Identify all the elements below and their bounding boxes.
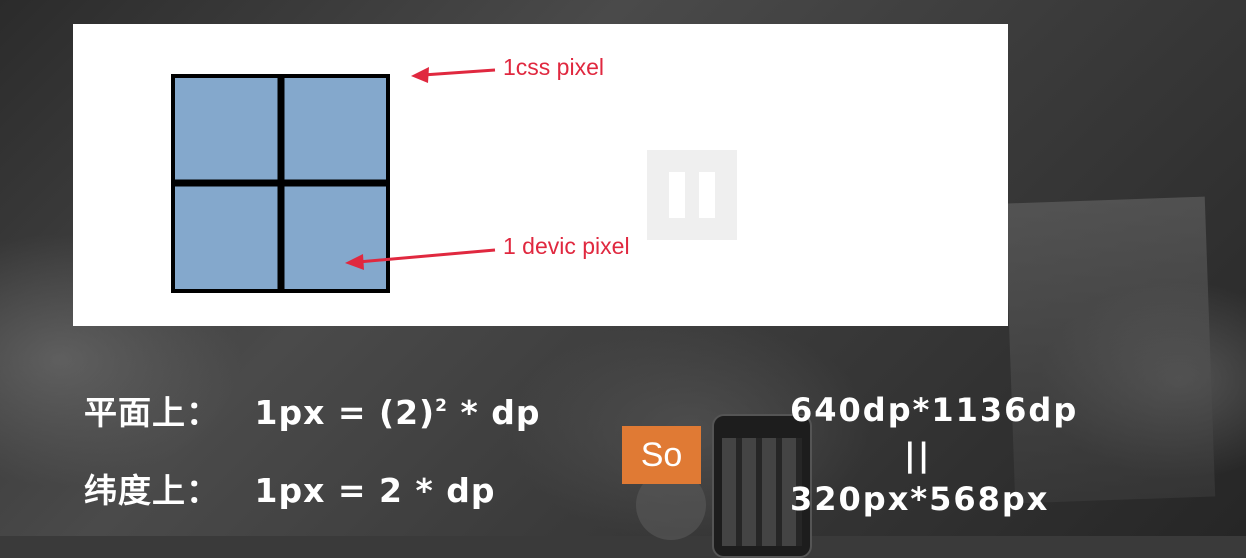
device-pixel-cell (173, 76, 281, 183)
so-badge: So (622, 426, 701, 484)
formula-line-1: 平面上： 1px = (2)2 * dp (84, 386, 540, 434)
slide-panel: 1css pixel 1 devic pixel (73, 24, 1008, 326)
formula-line-2: 纬度上： 1px = 2 * dp (84, 464, 495, 512)
resolution-px: 320px*568px (790, 480, 1050, 518)
device-pixel-cell (173, 183, 281, 291)
formula-exponent: 2 (435, 396, 448, 416)
formula-expr-plane: 1px = (2) (254, 393, 436, 432)
formula-label-latitude: 纬度上： (84, 471, 220, 510)
device-pixel-label: 1 devic pixel (503, 233, 630, 259)
pause-icon-bar (699, 172, 715, 218)
background-book (1004, 196, 1216, 504)
pause-button[interactable] (647, 150, 737, 240)
pause-icon (669, 172, 685, 218)
css-pixel-label: 1css pixel (503, 54, 604, 80)
resolution-dp: 640dp*1136dp (790, 391, 1079, 429)
formula-label-plane: 平面上： (84, 393, 220, 432)
device-pixel-cell (281, 183, 388, 291)
formula-expr-tail: * dp (447, 393, 541, 432)
css-pixel-arrow (411, 67, 496, 83)
formula-expr-latitude: 1px = 2 * dp (254, 471, 496, 510)
resolution-equals: || (904, 436, 932, 474)
device-pixel-cell (281, 76, 388, 183)
